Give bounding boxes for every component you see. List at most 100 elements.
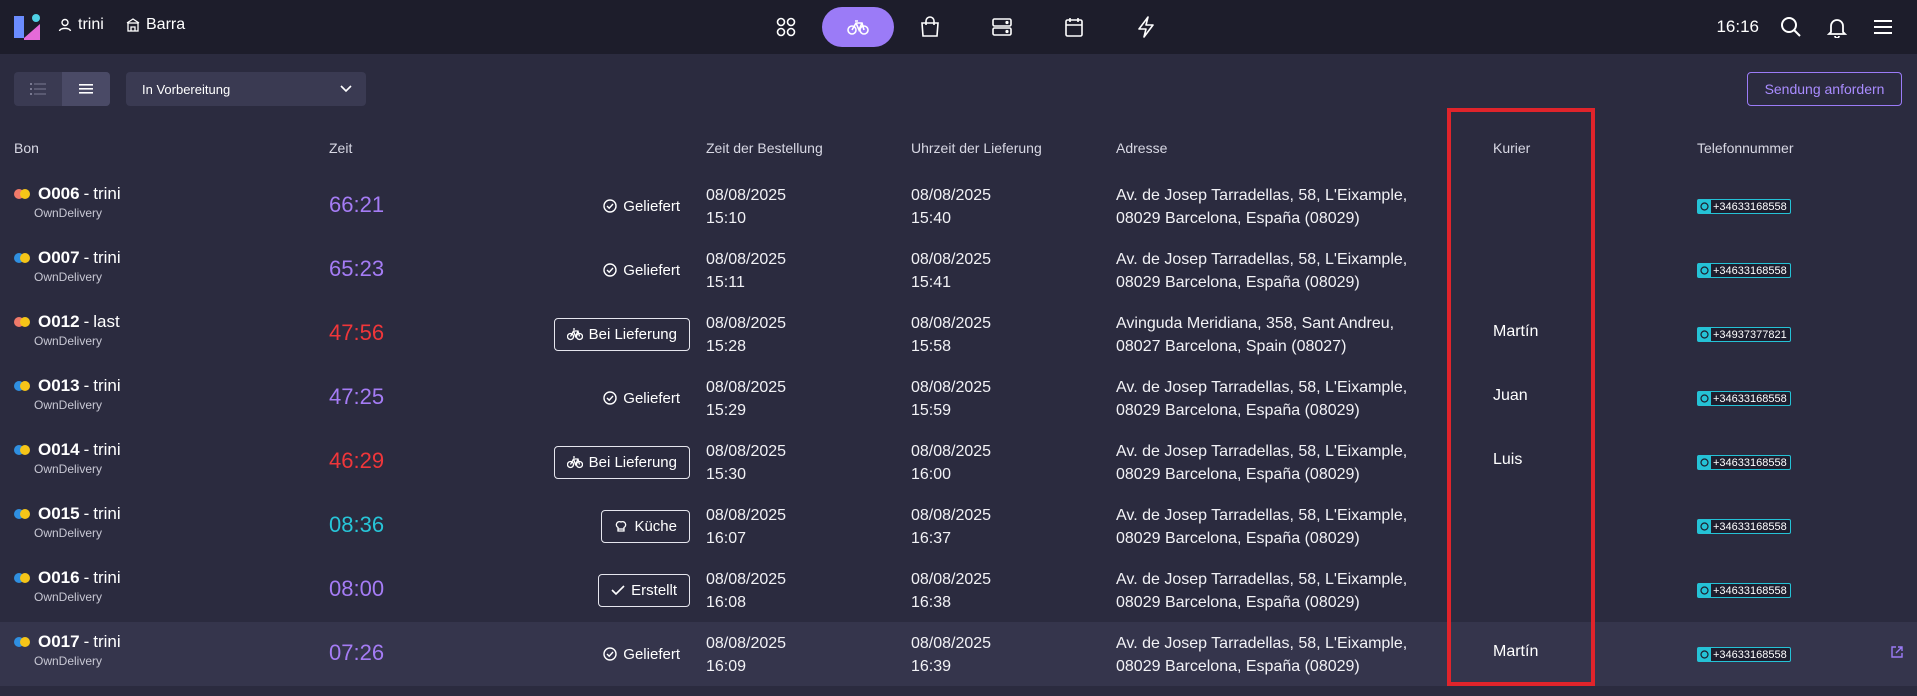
nav-dashboard[interactable] xyxy=(750,7,822,47)
shopping-bag-icon xyxy=(921,16,939,37)
menu-button[interactable] xyxy=(1871,15,1895,39)
status-button[interactable]: Bei Lieferung xyxy=(553,317,690,351)
status-button[interactable]: Geliefert xyxy=(593,192,690,221)
table-row[interactable]: O017- trini OwnDelivery 07:26 Geliefert 08/08… xyxy=(0,622,1917,686)
nav-automation[interactable] xyxy=(1110,7,1182,47)
order-datetime: 08/08/2025 15:28 xyxy=(706,312,786,358)
user-name: trini xyxy=(78,16,104,33)
address-cell: Av. de Josep Tarradellas, 58, L'Eixample… xyxy=(1116,504,1416,550)
address-cell: Av. de Josep Tarradellas, 58, L'Eixample… xyxy=(1116,568,1416,614)
phone-number: +34633168558 xyxy=(1713,392,1787,405)
status-label: Bei Lieferung xyxy=(588,325,677,343)
status-button[interactable]: Geliefert xyxy=(593,256,690,285)
table-row[interactable]: O016- trini OwnDelivery 08:00 Erstellt 08/08/… xyxy=(0,558,1917,622)
status-button[interactable]: Erstellt xyxy=(598,573,690,607)
open-order-button[interactable] xyxy=(1890,645,1904,664)
address-line-2: 08029 Barcelona, España (08029) xyxy=(1116,402,1360,419)
customer-name: trini xyxy=(93,376,121,395)
nav-orders[interactable] xyxy=(894,7,966,47)
address-line-1: Av. de Josep Tarradellas, 58, L'Eixample… xyxy=(1116,571,1408,588)
order-datetime: 08/08/2025 15:29 xyxy=(706,376,786,422)
status-label: Geliefert xyxy=(623,389,680,407)
nav-delivery[interactable] xyxy=(822,7,894,47)
phone-badge[interactable]: +34633168558 xyxy=(1697,583,1791,598)
elapsed-timer: 08:00 xyxy=(329,576,385,601)
phone-badge[interactable]: +34633168558 xyxy=(1697,391,1791,406)
status-button[interactable]: Bei Lieferung xyxy=(553,445,690,479)
order-separator: - xyxy=(83,184,90,203)
address-line-1: Av. de Josep Tarradellas, 58, L'Eixample… xyxy=(1116,443,1408,460)
search-button[interactable] xyxy=(1779,15,1803,39)
column-header-delivery-time: Uhrzeit der Lieferung xyxy=(911,140,1042,156)
address-cell: Av. de Josep Tarradellas, 58, L'Eixample… xyxy=(1116,248,1416,294)
whatsapp-icon xyxy=(1698,456,1711,469)
status-filter-select[interactable]: In Vorbereitung xyxy=(126,72,366,106)
table-row[interactable]: O006- trini OwnDelivery 66:21 Geliefert 08/08… xyxy=(0,174,1917,238)
table-row[interactable]: O014- trini OwnDelivery 46:29 Bei Lieferung 0… xyxy=(0,430,1917,494)
order-separator: - xyxy=(83,568,90,587)
phone-number: +34633168558 xyxy=(1713,264,1787,277)
order-date: 08/08/2025 xyxy=(706,251,787,268)
order-id: O007 xyxy=(38,248,80,267)
phone-badge[interactable]: +34633168558 xyxy=(1697,647,1791,662)
status-cell: Geliefert xyxy=(500,238,690,302)
status-dot xyxy=(20,189,30,199)
nav-calendar[interactable] xyxy=(1038,7,1110,47)
table-row[interactable]: O013- trini OwnDelivery 47:25 Geliefert 08/08… xyxy=(0,366,1917,430)
delivery-time: 16:39 xyxy=(911,658,952,675)
request-shipment-button[interactable]: Sendung anfordern xyxy=(1747,72,1902,106)
order-time: 15:11 xyxy=(706,274,745,291)
nav-servers[interactable] xyxy=(966,7,1038,47)
phone-badge[interactable]: +34633168558 xyxy=(1697,263,1791,278)
bon-cell: O016- trini OwnDelivery xyxy=(14,568,121,604)
customer-name: last xyxy=(93,312,120,331)
order-id: O014 xyxy=(38,440,80,459)
notifications-button[interactable] xyxy=(1825,15,1849,39)
app-logo-icon[interactable] xyxy=(12,12,42,42)
elapsed-timer: 07:26 xyxy=(329,640,385,665)
delivery-time: 16:38 xyxy=(911,594,952,611)
search-icon xyxy=(1781,17,1801,37)
status-button[interactable]: Küche xyxy=(601,509,690,543)
phone-badge[interactable]: +34937377821 xyxy=(1697,327,1791,342)
order-separator: - xyxy=(83,504,90,523)
lightning-icon xyxy=(1138,16,1154,38)
status-button[interactable]: Geliefert xyxy=(593,384,690,413)
order-id: O013 xyxy=(38,376,80,395)
status-filter-value: In Vorbereitung xyxy=(142,81,231,97)
phone-badge[interactable]: +34633168558 xyxy=(1697,455,1791,470)
phone-badge[interactable]: +34633168558 xyxy=(1697,519,1791,534)
column-header-phone: Telefonnummer xyxy=(1697,140,1794,156)
status-cell: Bei Lieferung xyxy=(500,302,690,366)
status-cell: Geliefert xyxy=(500,622,690,686)
customer-name: trini xyxy=(93,248,121,267)
hamburger-icon xyxy=(1874,20,1892,34)
grid-icon xyxy=(776,17,796,37)
delivery-date: 08/08/2025 xyxy=(911,507,992,524)
delivery-datetime: 08/08/2025 15:59 xyxy=(911,376,991,422)
delivery-date: 08/08/2025 xyxy=(911,379,992,396)
delivery-date: 08/08/2025 xyxy=(911,251,992,268)
order-date: 08/08/2025 xyxy=(706,443,787,460)
store-menu[interactable]: Barra xyxy=(126,16,185,34)
user-menu[interactable]: trini xyxy=(58,16,104,34)
phone-number: +34633168558 xyxy=(1713,456,1787,469)
table-row[interactable]: O012- last OwnDelivery 47:56 Bei Lieferung 08… xyxy=(0,302,1917,366)
whatsapp-icon xyxy=(1698,392,1711,405)
table-row[interactable]: O007- trini OwnDelivery 65:23 Geliefert 08/08… xyxy=(0,238,1917,302)
table-row[interactable]: O015- trini OwnDelivery 08:36 Küche 08/08/202… xyxy=(0,494,1917,558)
status-dot xyxy=(20,253,30,263)
list-view-button[interactable] xyxy=(62,72,110,106)
elapsed-timer: 66:21 xyxy=(329,192,385,217)
order-date: 08/08/2025 xyxy=(706,507,787,524)
address-line-1: Av. de Josep Tarradellas, 58, L'Eixample… xyxy=(1116,635,1408,652)
order-source-indicator xyxy=(14,573,32,583)
grid-view-button[interactable] xyxy=(14,72,62,106)
bon-cell: O013- trini OwnDelivery xyxy=(14,376,121,412)
status-button[interactable]: Geliefert xyxy=(593,640,690,669)
whatsapp-icon xyxy=(1698,328,1711,341)
address-line-1: Av. de Josep Tarradellas, 58, L'Eixample… xyxy=(1116,251,1408,268)
order-time: 16:08 xyxy=(706,594,747,611)
phone-badge[interactable]: +34633168558 xyxy=(1697,199,1791,214)
order-separator: - xyxy=(83,376,90,395)
